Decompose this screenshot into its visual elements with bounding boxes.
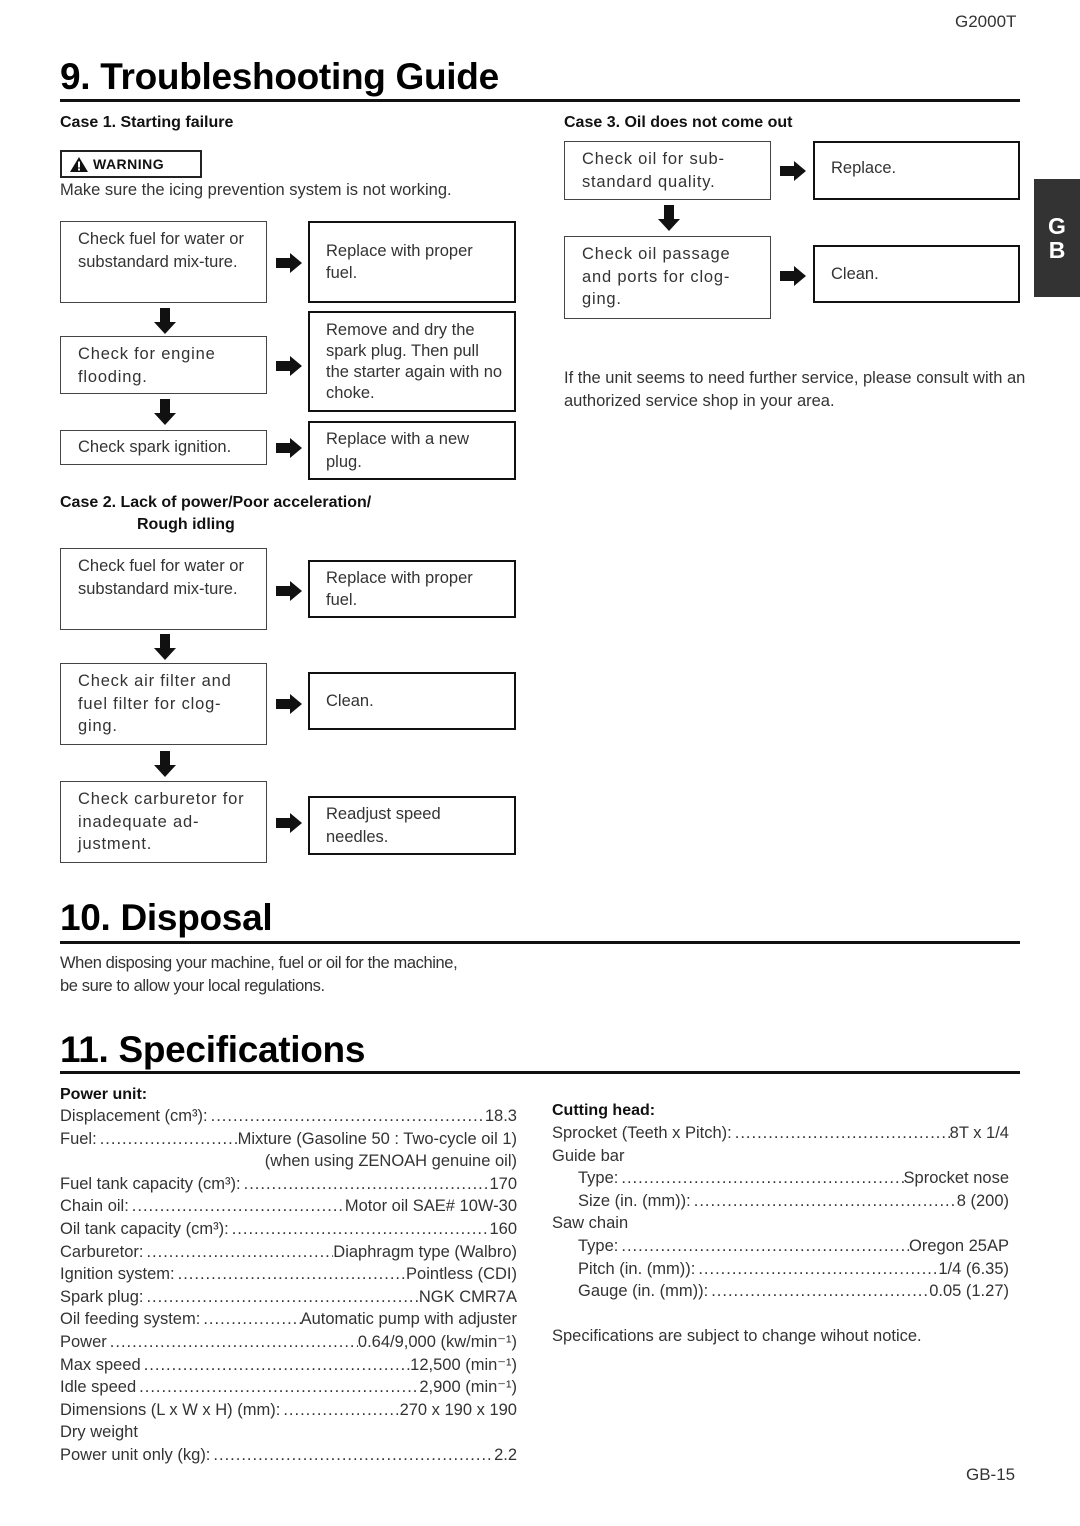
case1-action-1: Replace with proper fuel.	[308, 221, 516, 303]
arrow-right-icon	[276, 581, 302, 601]
case3-check-1: Check oil for sub-standard quality.	[564, 141, 771, 200]
case3-note: If the unit seems to need further servic…	[564, 369, 1026, 410]
spec-row: Displacement (cm³):18.3	[60, 1105, 517, 1128]
case2-action-3: Readjust speed needles.	[308, 796, 516, 855]
spec-row: Oil tank capacity (cm³):160	[60, 1218, 517, 1241]
cutting-head-heading: Cutting head:	[552, 1102, 656, 1119]
case1-title: Case 1. Starting failure	[60, 114, 234, 131]
disposal-title: 10. Disposal	[60, 897, 273, 938]
case1-action-2: Remove and dry the spark plug. Then pull…	[308, 311, 516, 412]
warning-label: WARNING	[93, 156, 165, 172]
arrow-right-icon	[780, 266, 806, 286]
cutting-head-specs: Sprocket (Teeth x Pitch):8T x 1/4 Guide …	[552, 1122, 1009, 1303]
spec-row: Ignition system:Pointless (CDI)	[60, 1263, 517, 1286]
case1-check-2: Check for engine flooding.	[60, 336, 267, 394]
case3-title: Case 3. Oil does not come out	[564, 114, 793, 131]
case2-check-1: Check fuel for water or substandard mix-…	[60, 548, 267, 630]
power-unit-specs: Displacement (cm³):18.3 Fuel:Mixture (Ga…	[60, 1105, 517, 1467]
spec-row: Gauge (in. (mm)):0.05 (1.27)	[552, 1280, 1009, 1303]
arrow-down-icon	[154, 634, 176, 660]
case2-action-2: Clean.	[308, 672, 516, 730]
case2-check-2: Check air filter and fuel filter for clo…	[60, 663, 267, 745]
spec-row: Dry weight	[60, 1423, 138, 1442]
spec-row: Sprocket (Teeth x Pitch):8T x 1/4	[552, 1122, 1009, 1145]
spec-row: Pitch (in. (mm)):1/4 (6.35)	[552, 1258, 1009, 1281]
spec-row: Dimensions (L x W x H) (mm):270 x 190 x …	[60, 1399, 517, 1422]
spec-row: Type:Oregon 25AP	[552, 1235, 1009, 1258]
arrow-down-icon	[154, 751, 176, 777]
spec-row: Size (in. (mm)):8 (200)	[552, 1190, 1009, 1213]
warning-text: Make sure the icing prevention system is…	[60, 181, 452, 199]
specifications-title: 11. Specifications	[60, 1029, 366, 1070]
case1-check-3: Check spark ignition.	[60, 430, 267, 465]
arrow-right-icon	[276, 438, 302, 458]
language-tab-line2: B	[1048, 237, 1066, 263]
case2-title-line1: Case 2. Lack of power/Poor acceleration/	[60, 494, 372, 511]
disposal-text-line2: be sure to allow your local regulations.	[60, 977, 325, 995]
arrow-right-icon	[276, 813, 302, 833]
case1-check-1: Check fuel for water or substandard mix-…	[60, 221, 267, 303]
spec-row: Power0.64/9,000 (kw/min⁻¹)	[60, 1331, 517, 1354]
spec-row: Oil feeding system:Automatic pump with a…	[60, 1308, 517, 1331]
spec-row: Fuel:Mixture (Gasoline 50 : Two-cycle oi…	[60, 1128, 517, 1151]
spec-row: Type:Sprocket nose	[552, 1167, 1009, 1190]
arrow-down-icon	[658, 205, 680, 231]
spec-row: Power unit only (kg):2.2	[60, 1444, 517, 1467]
warning-badge: WARNING	[60, 150, 202, 178]
spec-row: Idle speed2,900 (min⁻¹)	[60, 1376, 517, 1399]
case3-check-2: Check oil passage and ports for clog-gin…	[564, 236, 771, 319]
case1-action-3: Replace with a new plug.	[308, 421, 516, 480]
arrow-down-icon	[154, 308, 176, 334]
power-unit-heading: Power unit:	[60, 1086, 148, 1103]
arrow-right-icon	[276, 694, 302, 714]
spec-row: Carburetor:Diaphragm type (Walbro)	[60, 1241, 517, 1264]
spec-row: Saw chain	[552, 1214, 629, 1233]
warning-triangle-icon	[70, 156, 88, 172]
language-tab: G B	[1034, 179, 1080, 297]
disposal-text-line1: When disposing your machine, fuel or oil…	[60, 954, 458, 972]
specifications-notice: Specifications are subject to change wih…	[552, 1327, 922, 1345]
case2-check-3: Check carburetor for inadequate ad-justm…	[60, 781, 267, 863]
spec-row: (when using ZENOAH genuine oil)	[264, 1152, 517, 1171]
section-rule	[60, 99, 1020, 102]
section-rule	[60, 1071, 1020, 1074]
arrow-right-icon	[276, 356, 302, 376]
arrow-down-icon	[154, 399, 176, 425]
model-number: G2000T	[955, 12, 1017, 31]
spec-row: Max speed12,500 (min⁻¹)	[60, 1354, 517, 1377]
section-rule	[60, 941, 1020, 944]
case2-title-line2: Rough idling	[137, 516, 235, 533]
spec-row: Spark plug:NGK CMR7A	[60, 1286, 517, 1309]
arrow-right-icon	[276, 253, 302, 273]
spec-row: Fuel tank capacity (cm³):170	[60, 1173, 517, 1196]
case3-action-1: Replace.	[813, 141, 1020, 200]
spec-row: Chain oil:Motor oil SAE# 10W-30	[60, 1195, 517, 1218]
troubleshooting-title: 9. Troubleshooting Guide	[60, 56, 499, 97]
spec-row: Guide bar	[552, 1146, 625, 1165]
case3-action-2: Clean.	[813, 245, 1020, 303]
page-number: GB-15	[966, 1465, 1016, 1484]
case2-action-1: Replace with proper fuel.	[308, 560, 516, 618]
language-tab-line1: G	[1048, 213, 1066, 239]
arrow-right-icon	[780, 161, 806, 181]
